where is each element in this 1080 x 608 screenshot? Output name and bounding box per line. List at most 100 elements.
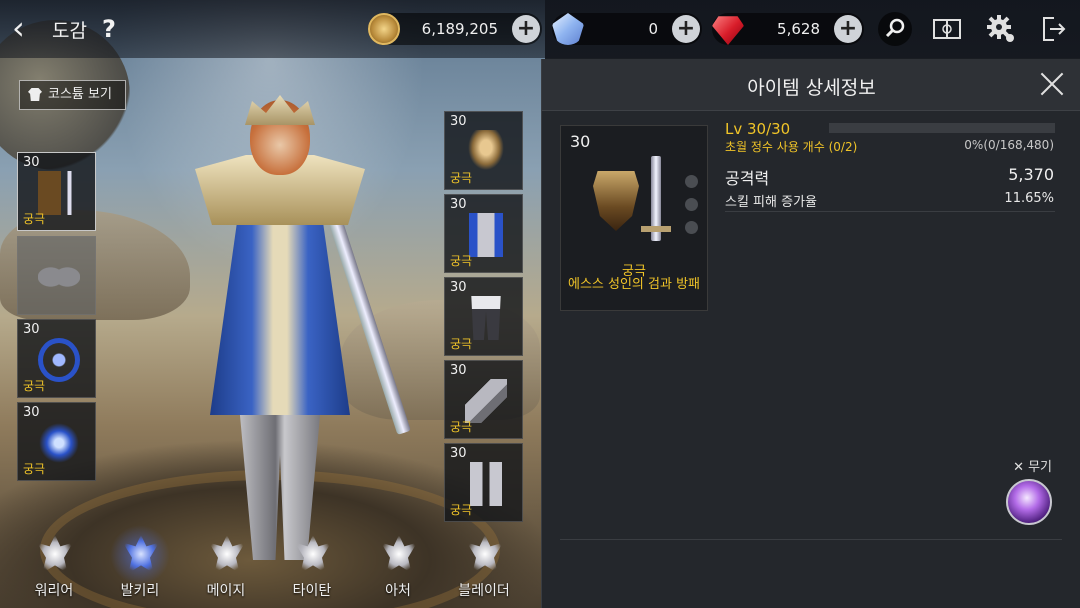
class-tab-mage[interactable]: 메이지 bbox=[191, 535, 261, 605]
ring-icon bbox=[38, 338, 80, 382]
item-name: 에스스 성인의 검과 방패 bbox=[568, 277, 700, 292]
slot-level: 30 bbox=[23, 405, 40, 420]
socket-dot bbox=[685, 221, 698, 234]
class-tab-titan[interactable]: 타이탄 bbox=[277, 535, 347, 605]
class-tab-blader[interactable]: 블레이더 bbox=[449, 535, 519, 605]
socket-dot bbox=[685, 175, 698, 188]
stat-skill-damage-value: 11.65% bbox=[1004, 191, 1054, 206]
sword-shield-icon bbox=[38, 171, 80, 215]
slot-grade: 궁극 bbox=[450, 171, 473, 185]
slot-level: 30 bbox=[450, 280, 467, 295]
equip-slot-wings-empty[interactable] bbox=[17, 236, 96, 315]
exit-icon[interactable] bbox=[1036, 12, 1070, 46]
red-ruby-icon bbox=[712, 16, 744, 45]
class-tab-valkyrie[interactable]: 발키리 bbox=[105, 525, 175, 605]
leggings-icon bbox=[471, 296, 501, 340]
crystal-amount: 0 bbox=[648, 20, 658, 38]
slot-grade: 궁극 bbox=[450, 420, 473, 434]
weapon-label-text: 무기 bbox=[1028, 460, 1052, 475]
item-card: 30 궁극 에스스 성인의 검과 방패 bbox=[560, 125, 708, 311]
equip-slot-boots[interactable]: 30 궁극 bbox=[444, 443, 523, 522]
add-crystal-button[interactable]: + bbox=[672, 15, 700, 43]
slot-grade: 궁극 bbox=[450, 254, 473, 268]
blader-emblem-icon bbox=[467, 535, 503, 573]
character-body bbox=[210, 215, 350, 415]
class-tab-label: 타이탄 bbox=[292, 583, 332, 599]
shirt-icon bbox=[28, 88, 42, 101]
slot-level: 30 bbox=[23, 322, 40, 337]
class-tab-label: 아처 bbox=[385, 583, 411, 599]
essence-usage: 초월 정수 사용 개수 (0/2) bbox=[725, 140, 858, 154]
page-title: 도감 bbox=[52, 20, 87, 42]
costume-view-label: 코스튬 보기 bbox=[48, 87, 112, 102]
panel-header: 아이템 상세정보 bbox=[542, 59, 1080, 111]
socket-dot bbox=[685, 198, 698, 211]
slot-level: 30 bbox=[450, 114, 467, 129]
character-model[interactable] bbox=[175, 95, 411, 560]
slot-level: 30 bbox=[23, 155, 40, 170]
exp-bar bbox=[829, 123, 1055, 133]
warrior-emblem-icon bbox=[37, 535, 73, 573]
sword-guard bbox=[641, 226, 671, 232]
exp-text: 0%(0/168,480) bbox=[964, 138, 1054, 152]
gear-icon[interactable] bbox=[984, 12, 1018, 46]
gold-amount: 6,189,205 bbox=[421, 20, 498, 38]
slot-level: 30 bbox=[450, 363, 467, 378]
class-tab-label: 발키리 bbox=[120, 583, 160, 599]
slot-grade: 궁극 bbox=[450, 503, 473, 517]
item-level: 30 bbox=[570, 132, 591, 151]
class-tab-label: 워리어 bbox=[34, 583, 74, 599]
book-icon[interactable] bbox=[930, 12, 964, 46]
currency-gold: 6,189,205 + bbox=[368, 13, 542, 45]
panel-title: 아이템 상세정보 bbox=[747, 77, 876, 99]
archer-emblem-icon bbox=[381, 535, 417, 573]
chest-armor-icon bbox=[465, 213, 507, 257]
equip-slot-ring[interactable]: 30 궁극 bbox=[17, 319, 96, 398]
gauntlets-icon bbox=[465, 379, 507, 423]
slot-grade: 궁극 bbox=[23, 212, 46, 226]
equip-slot-weapon[interactable]: 30 궁극 bbox=[17, 152, 96, 231]
stat-divider bbox=[725, 211, 1055, 212]
equip-slot-gloves[interactable]: 30 궁극 bbox=[444, 360, 523, 439]
stat-skill-damage-label: 스킬 피해 증가율 bbox=[725, 195, 817, 210]
add-gold-button[interactable]: + bbox=[512, 15, 540, 43]
equip-slot-ornament[interactable]: 30 궁극 bbox=[17, 402, 96, 481]
helmet-icon bbox=[465, 130, 507, 174]
valkyrie-emblem-icon bbox=[123, 535, 159, 573]
costume-view-button[interactable]: 코스튬 보기 bbox=[19, 80, 126, 110]
top-bar: ‹ 도감 ? 6,189,205 + 0 + 5,628 + bbox=[0, 0, 1080, 58]
slot-grade: 궁극 bbox=[450, 337, 473, 351]
blue-crystal-icon bbox=[552, 13, 584, 45]
item-detail-panel: 아이템 상세정보 30 궁극 에스스 성인의 검과 방패 Lv 30/30 초월… bbox=[541, 59, 1080, 608]
class-tab-archer[interactable]: 아처 bbox=[363, 535, 433, 605]
crossed-swords-icon: ✕ bbox=[1013, 460, 1025, 475]
equip-slot-legs[interactable]: 30 궁극 bbox=[444, 277, 523, 356]
mage-emblem-icon bbox=[209, 535, 245, 573]
stat-attack-value: 5,370 bbox=[1008, 165, 1054, 184]
slot-level: 30 bbox=[450, 197, 467, 212]
search-icon[interactable] bbox=[878, 12, 912, 46]
back-button[interactable]: ‹ bbox=[12, 12, 42, 46]
slot-grade: 궁극 bbox=[23, 462, 46, 476]
add-ruby-button[interactable]: + bbox=[834, 15, 862, 43]
weapon-label: ✕ 무기 bbox=[1013, 456, 1052, 475]
item-level-progress: Lv 30/30 bbox=[725, 120, 791, 138]
panel-bottom-divider bbox=[560, 539, 1062, 540]
ornament-icon bbox=[38, 421, 80, 465]
weapon-skill-icon[interactable] bbox=[1006, 479, 1052, 525]
titan-emblem-icon bbox=[295, 535, 331, 573]
equip-slot-helmet[interactable]: 30 궁극 bbox=[444, 111, 523, 190]
stat-attack-label: 공격력 bbox=[725, 169, 770, 188]
class-tab-warrior[interactable]: 워리어 bbox=[19, 535, 89, 605]
equip-slot-chest[interactable]: 30 궁극 bbox=[444, 194, 523, 273]
slot-level: 30 bbox=[450, 446, 467, 461]
close-icon[interactable] bbox=[1037, 69, 1067, 99]
character-crown bbox=[245, 95, 315, 125]
class-tab-label: 메이지 bbox=[206, 583, 246, 599]
wings-icon bbox=[38, 255, 80, 299]
class-tab-label: 블레이더 bbox=[458, 583, 510, 599]
greaves-icon bbox=[465, 462, 507, 506]
gold-coin-icon bbox=[368, 13, 400, 45]
help-button[interactable]: ? bbox=[102, 16, 124, 44]
currency-ruby: 5,628 + bbox=[712, 13, 864, 45]
